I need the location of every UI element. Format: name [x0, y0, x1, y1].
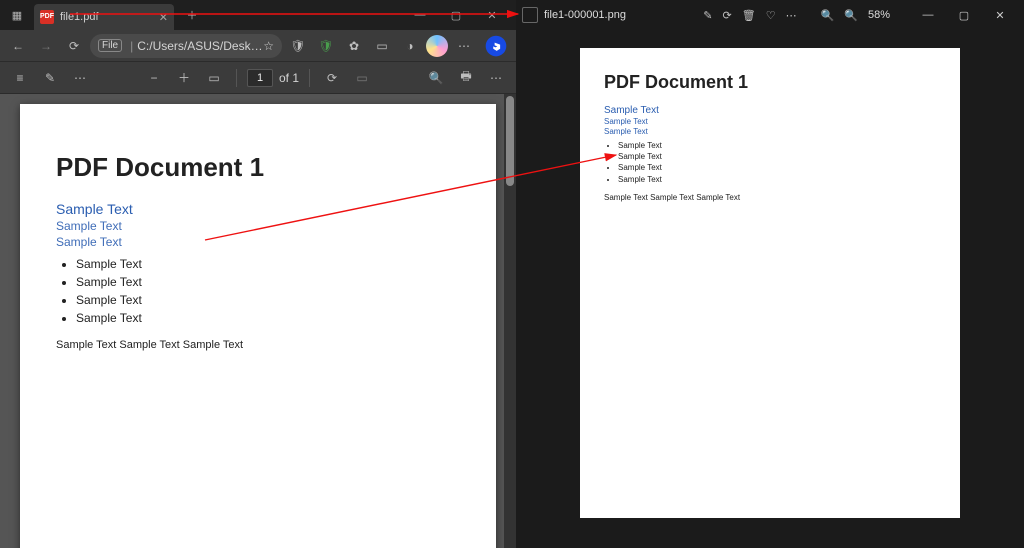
rotate-icon[interactable]: ⟳ [320, 66, 344, 90]
zoom-out-icon[interactable]: 🔍 [821, 9, 835, 22]
url-field[interactable]: File | C:/Users/ASUS/Desktop... ☆ [90, 34, 282, 58]
scroll-thumb[interactable] [506, 96, 514, 186]
page-number-input[interactable] [247, 69, 273, 87]
preview-link-2: Sample Text [604, 117, 936, 126]
fit-page-icon[interactable]: ▭ [202, 66, 226, 90]
list-item: Sample Text [618, 162, 936, 173]
doc-link-3[interactable]: Sample Text [56, 235, 460, 249]
browser-window: ▦ PDF file1.pdf ✕ ＋ — ▢ ✕ ← → ⟳ File | C… [0, 0, 516, 548]
photos-titlebar: file1-000001.png ✎ ⟳ 🗑 ♡ ⋯ 🔍 🔍 58% — ▢ ✕ [516, 0, 1024, 30]
profile-avatar[interactable] [426, 35, 448, 57]
tab-file1[interactable]: PDF file1.pdf ✕ [34, 4, 174, 30]
photos-app-icon [522, 7, 538, 23]
list-item: Sample Text [76, 273, 460, 291]
address-bar: ← → ⟳ File | C:/Users/ASUS/Desktop... ☆ … [0, 30, 516, 62]
tab-overview-icon[interactable]: ▦ [6, 4, 28, 26]
tab-close-icon[interactable]: ✕ [159, 11, 168, 24]
photos-canvas[interactable]: PDF Document 1 Sample Text Sample Text S… [516, 30, 1024, 548]
scrollbar[interactable] [504, 94, 516, 548]
url-path: C:/Users/ASUS/Desktop... [137, 39, 263, 53]
close-button[interactable]: ✕ [982, 9, 1018, 22]
extension-icon[interactable]: ✿ [342, 34, 366, 58]
photos-filename: file1-000001.png [544, 9, 626, 21]
preview-heading: PDF Document 1 [604, 72, 936, 93]
photos-window: file1-000001.png ✎ ⟳ 🗑 ♡ ⋯ 🔍 🔍 58% — ▢ ✕… [516, 0, 1024, 548]
doc-heading: PDF Document 1 [56, 152, 460, 183]
min-button[interactable]: — [402, 9, 438, 21]
max-button[interactable]: ▢ [438, 9, 474, 22]
pdf-toolbar: ≡ ✎ ⋯ − ＋ ▭ of 1 ⟳ ▭ 🔍 🖶 ⋯ [0, 62, 516, 94]
tracking-shield-icon[interactable]: 🛡 [286, 34, 310, 58]
list-item: Sample Text [618, 151, 936, 162]
doc-link-1[interactable]: Sample Text [56, 201, 460, 217]
tab-title: file1.pdf [60, 11, 99, 23]
page-of-label: of 1 [279, 71, 299, 85]
new-tab-button[interactable]: ＋ [180, 3, 204, 27]
zoom-in-icon[interactable]: 🔍 [844, 9, 858, 22]
zoom-out-button[interactable]: − [142, 66, 166, 90]
edit-icon[interactable]: ✎ [703, 9, 712, 22]
doc-paragraph: Sample Text Sample Text Sample Text [56, 339, 460, 351]
bing-button[interactable] [482, 32, 510, 60]
doc-link-2[interactable]: Sample Text [56, 219, 460, 233]
tabstrip: ▦ PDF file1.pdf ✕ ＋ — ▢ ✕ [0, 0, 516, 30]
pdf-page: PDF Document 1 Sample Text Sample Text S… [20, 104, 496, 548]
more-icon[interactable]: ⋯ [484, 66, 508, 90]
preview-link-3: Sample Text [604, 127, 936, 136]
more-menu-icon[interactable]: ⋯ [452, 34, 476, 58]
adblock-icon[interactable]: 🛡 [314, 34, 338, 58]
refresh-button[interactable]: ⟳ [62, 34, 86, 58]
toc-icon[interactable]: ≡ [8, 66, 32, 90]
favorite-icon[interactable]: ☆ [263, 39, 274, 53]
file-chip: File [98, 39, 122, 52]
delete-icon[interactable]: 🗑 [742, 9, 756, 22]
url-sep: | [130, 39, 133, 53]
list-item: Sample Text [618, 174, 936, 185]
zoom-in-button[interactable]: ＋ [172, 66, 196, 90]
rotate-icon[interactable]: ⟳ [723, 9, 732, 22]
preview-paragraph: Sample Text Sample Text Sample Text [604, 193, 936, 202]
draw-icon[interactable]: ✎ [38, 66, 62, 90]
sync-icon[interactable]: ◑ [398, 34, 422, 58]
pdf-icon: PDF [40, 10, 54, 24]
favorite-icon[interactable]: ♡ [766, 9, 776, 22]
list-item: Sample Text [76, 291, 460, 309]
preview-list: Sample Text Sample Text Sample Text Samp… [618, 140, 936, 185]
max-button[interactable]: ▢ [946, 9, 982, 22]
present-icon[interactable]: ▭ [350, 66, 374, 90]
min-button[interactable]: — [910, 9, 946, 21]
doc-list: Sample Text Sample Text Sample Text Samp… [76, 255, 460, 327]
forward-button[interactable]: → [34, 34, 58, 58]
collections-icon[interactable]: ▭ [370, 34, 394, 58]
image-preview: PDF Document 1 Sample Text Sample Text S… [580, 48, 960, 518]
close-button[interactable]: ✕ [474, 9, 510, 22]
list-item: Sample Text [76, 309, 460, 327]
search-icon[interactable]: 🔍 [424, 66, 448, 90]
list-item: Sample Text [76, 255, 460, 273]
preview-link-1: Sample Text [604, 105, 936, 116]
back-button[interactable]: ← [6, 34, 30, 58]
print-icon[interactable]: 🖶 [454, 66, 478, 90]
zoom-level: 58% [868, 9, 890, 21]
more-left-icon[interactable]: ⋯ [68, 66, 92, 90]
pdf-viewport[interactable]: PDF Document 1 Sample Text Sample Text S… [0, 94, 516, 548]
more-icon[interactable]: ⋯ [786, 9, 797, 22]
list-item: Sample Text [618, 140, 936, 151]
